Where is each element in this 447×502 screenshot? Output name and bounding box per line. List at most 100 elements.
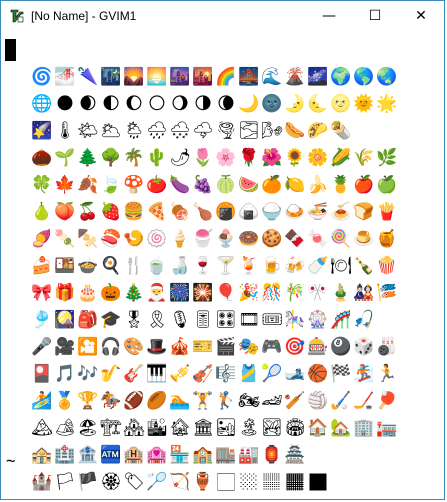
emoji-glyph: 🍎	[353, 175, 375, 195]
emoji-glyph: 🍶	[169, 256, 191, 276]
emoji-glyph: 🌑	[56, 94, 74, 114]
emoji-glyph: 🎑	[54, 310, 76, 330]
emoji-glyph: 🏾	[286, 472, 304, 492]
emoji-glyph: 🍋	[284, 175, 306, 195]
emoji-glyph: 🌙	[238, 94, 260, 114]
emoji-glyph: 🎳	[376, 337, 398, 357]
emoji-glyph: 🍑	[54, 202, 76, 222]
emoji-glyph: 🍄	[123, 175, 145, 195]
emoji-glyph: 🍾	[353, 256, 375, 276]
title-bar[interactable]: [No Name] - GVIM1 — ☐ ✕	[1, 1, 444, 31]
emoji-glyph: 🎄	[123, 283, 145, 303]
close-button[interactable]: ✕	[398, 1, 444, 31]
emoji-glyph: 🍦	[169, 229, 191, 249]
emoji-glyph: 🎱	[330, 337, 352, 357]
emoji-glyph: 🌃	[100, 67, 122, 87]
emoji-glyph: 🏛	[192, 418, 214, 438]
emoji-glyph: 🏉	[146, 391, 168, 411]
emoji-glyph: 🏼	[240, 472, 258, 492]
emoji-glyph: 🎼	[215, 364, 237, 384]
emoji-glyph: 🎇	[192, 283, 214, 303]
emoji-glyph: 🍳	[100, 256, 122, 276]
emoji-glyph: 🌹	[238, 148, 260, 168]
emoji-glyph: 🌎	[353, 67, 375, 87]
emoji-glyph: 🌯	[330, 121, 352, 141]
emoji-glyph: 🍝	[330, 202, 352, 222]
emoji-glyph: 🌁	[54, 67, 76, 87]
emoji-glyph: 🍥	[146, 229, 168, 249]
emoji-glyph: 🎡	[307, 310, 329, 330]
emoji-glyph: 🍵	[146, 256, 168, 276]
emoji-glyph: 🎶	[77, 364, 99, 384]
emoji-glyph: 🎌	[307, 283, 329, 303]
emoji-glyph: 🏜	[215, 418, 237, 438]
emoji-glyph: 🍞	[353, 202, 375, 222]
emoji-glyph: 🍠	[31, 229, 53, 249]
emoji-glyph: 🏩	[146, 445, 168, 465]
emoji-glyph: 🌿	[376, 148, 398, 168]
emoji-glyph: 🌚	[261, 94, 283, 114]
emoji-glyph: 🌤	[77, 121, 99, 141]
emoji-glyph: 🌧	[146, 121, 168, 141]
emoji-glyph: 🎉	[238, 283, 260, 303]
emoji-glyph: 🎆	[169, 283, 191, 303]
editor-area[interactable]: 🌀 🌁 🌂 🌃 🌄 🌅 🌆 🌇 🌈 🌉 🌊 🌋 🌌 🌍 🌎 🌏 🌐 🌑 🌒 🌓 🌔 🌕 🌖 🌗 🌘 🌙 🌚 🌛 🌜 🌝 🌞 🌟 🌠 🌡 🌤 🌥 🌦 🌧 🌨 🌩…	[1, 31, 444, 499]
emoji-glyph: 🏻	[217, 472, 235, 492]
emoji-glyph: 🎎	[353, 283, 375, 303]
emoji-glyph: 🍊	[261, 175, 283, 195]
emoji-glyph: 🏒	[353, 391, 375, 411]
emoji-glyph: 🏬	[215, 445, 237, 465]
emoji-glyph: 🎙	[169, 310, 191, 330]
emoji-glyph: 🌕	[148, 94, 166, 114]
emoji-glyph: 🎁	[54, 283, 76, 303]
emoji-glyph: 🎸	[123, 364, 145, 384]
emoji-glyph: 🌪	[215, 121, 237, 141]
emoji-glyph: 🏡	[330, 418, 352, 438]
emoji-glyph: 🎭	[238, 337, 260, 357]
emoji-glyph: 🌶	[169, 148, 191, 168]
emoji-glyph: 🎛	[215, 310, 237, 330]
emoji-glyph: 🌳	[100, 148, 122, 168]
emoji-glyph: 🎪	[169, 337, 191, 357]
emoji-glyph: 🌩	[192, 121, 214, 141]
emoji-glyph: 🌉	[238, 67, 260, 87]
emoji-glyph: 🏊	[169, 391, 191, 411]
emoji-glyph: 🌊	[261, 67, 283, 87]
emoji-glyph: 🎃	[100, 283, 122, 303]
emoji-glyph: 🌷	[192, 148, 214, 168]
emoji-glyph: 🍙	[238, 202, 260, 222]
emoji-glyph: 🎥	[54, 337, 76, 357]
minimize-button[interactable]: —	[306, 1, 352, 31]
emoji-glyph: 🌜	[307, 94, 329, 114]
emoji-glyph: 🏇	[100, 391, 122, 411]
emoji-glyph: 🌅	[146, 67, 168, 87]
emoji-glyph: 🏕	[54, 418, 76, 438]
gvim-app-icon[interactable]	[9, 8, 25, 24]
emoji-glyph: 🏑	[330, 391, 352, 411]
emoji-glyph: 🏥	[54, 445, 76, 465]
emoji-glyph: 🏭	[238, 445, 260, 465]
emoji-glyph: 🌠	[31, 121, 53, 141]
emoji-glyph: 🍨	[215, 229, 237, 249]
emoji-glyph: 🍓	[100, 202, 122, 222]
emoji-glyph: 🍔	[123, 202, 145, 222]
emoji-glyph: 🍪	[261, 229, 283, 249]
emoji-glyph: 🍫	[284, 229, 306, 249]
emoji-glyph: 🏍	[238, 391, 260, 411]
maximize-button[interactable]: ☐	[352, 1, 398, 31]
emoji-glyph: 🏂	[353, 364, 375, 384]
emoji-glyph: 🏈	[123, 391, 145, 411]
emoji-glyph: 🎀	[31, 283, 53, 303]
emoji-glyph: 🏯	[284, 445, 306, 465]
emoji-glyph: 🏐	[307, 391, 329, 411]
emoji-glyph: 🏅	[54, 391, 76, 411]
emoji-glyph: 🎦	[77, 337, 99, 357]
emoji-glyph: 🎟	[261, 310, 283, 330]
emoji-glyph: 🍡	[54, 229, 76, 249]
emoji-glyph: 🍴	[123, 256, 145, 276]
text-cursor	[5, 39, 16, 61]
emoji-glyph: 🎲	[353, 337, 375, 357]
emoji-glyph: 🌲	[77, 148, 99, 168]
emoji-glyph: 🎖	[123, 310, 145, 330]
gvim-window: [No Name] - GVIM1 — ☐ ✕ 🌀 🌁 🌂 🌃 🌄 🌅 🌆 🌇 🌈 🌉 🌊 🌋 🌌 🌍 🌎 🌏…	[0, 0, 445, 500]
